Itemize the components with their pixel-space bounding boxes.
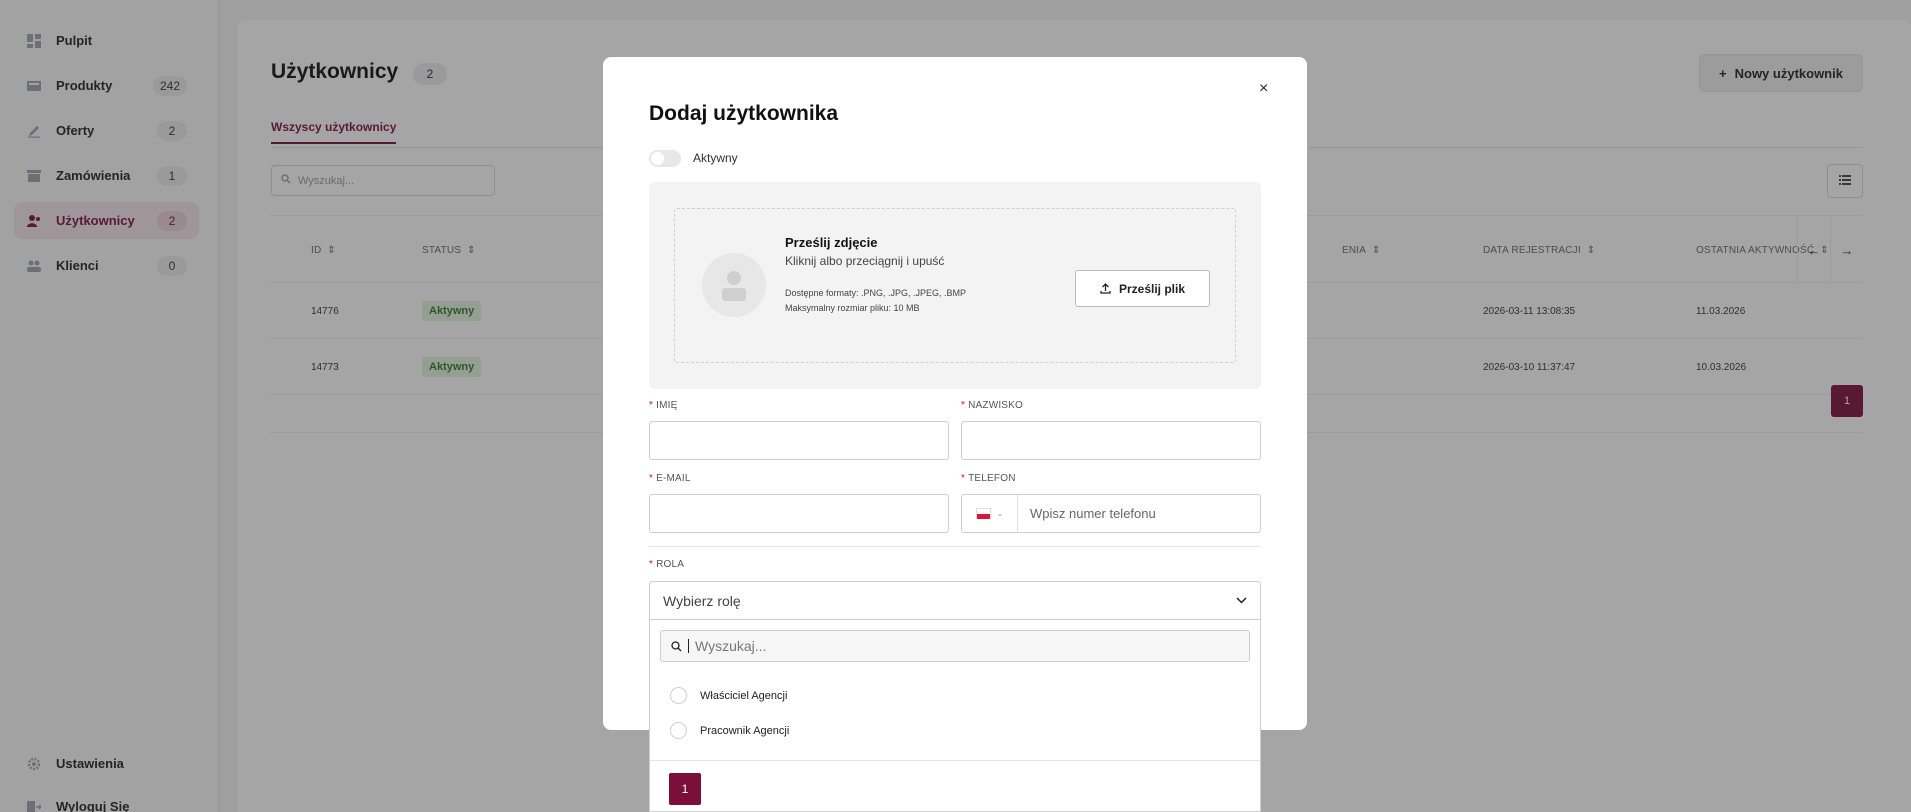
- upload-icon: [1100, 283, 1111, 294]
- role-placeholder: Wybierz rolę: [663, 592, 741, 609]
- chevron-down-icon: [1236, 597, 1247, 604]
- dropdown-page-button[interactable]: 1: [669, 773, 701, 805]
- required-marker: *: [649, 400, 654, 411]
- poland-flag-icon: [975, 508, 991, 519]
- country-code-select[interactable]: ⌄: [962, 495, 1018, 532]
- modal-title: Dodaj użytkownika: [649, 102, 839, 125]
- chevron-down-icon: ⌄: [996, 509, 1004, 518]
- required-marker: *: [649, 559, 654, 570]
- role-option[interactable]: Właściciel Agencji: [670, 687, 787, 704]
- dropdown-divider: [650, 760, 1260, 761]
- upload-max-size: Maksymalny rozmiar pliku: 10 MB: [785, 303, 920, 313]
- phone-label: * TELEFON: [961, 473, 1016, 484]
- role-dropdown: Wyszukaj... Właściciel Agencji Pracownik…: [649, 620, 1261, 812]
- role-option-label: Właściciel Agencji: [700, 689, 788, 702]
- phone-field[interactable]: ⌄ Wpisz numer telefonu: [961, 494, 1261, 533]
- email-label-text: E-MAIL: [656, 473, 691, 484]
- user-icon: [722, 271, 746, 301]
- first-name-label: * IMIĘ: [649, 400, 677, 411]
- email-label: * E-MAIL: [649, 473, 691, 484]
- role-label-text: ROLA: [656, 559, 685, 570]
- upload-title: Prześlij zdjęcie: [785, 235, 878, 250]
- role-search-input[interactable]: Wyszukaj...: [660, 630, 1250, 662]
- photo-dropzone[interactable]: Prześlij zdjęcie Kliknij albo przeciągni…: [674, 208, 1236, 363]
- upload-file-button-label: Prześlij plik: [1118, 281, 1186, 296]
- role-option[interactable]: Pracownik Agencji: [670, 722, 789, 739]
- phone-placeholder: Wpisz numer telefonu: [1030, 506, 1156, 521]
- radio-button[interactable]: [670, 722, 687, 739]
- upload-subtitle: Kliknij albo przeciągnij i upuść: [785, 254, 945, 268]
- phone-label-text: TELEFON: [968, 473, 1016, 484]
- text-caret: [688, 639, 689, 653]
- last-name-label-text: NAZWISKO: [968, 400, 1024, 411]
- last-name-label: * NAZWISKO: [961, 400, 1023, 411]
- radio-button[interactable]: [670, 687, 687, 704]
- first-name-label-text: IMIĘ: [656, 400, 678, 411]
- required-marker: *: [961, 400, 966, 411]
- role-label: * ROLA: [649, 559, 684, 570]
- active-toggle[interactable]: [649, 150, 681, 167]
- upload-formats: Dostępne formaty: .PNG, .JPG, .JPEG, .BM…: [785, 288, 967, 298]
- close-icon[interactable]: ×: [1259, 80, 1268, 98]
- required-marker: *: [961, 473, 966, 484]
- form-divider: [649, 546, 1261, 547]
- active-toggle-label: Aktywny: [693, 151, 738, 165]
- role-option-label: Pracownik Agencji: [700, 724, 790, 737]
- search-icon: [671, 640, 682, 651]
- first-name-field[interactable]: [649, 421, 949, 460]
- photo-upload-area: Prześlij zdjęcie Kliknij albo przeciągni…: [649, 182, 1261, 389]
- required-marker: *: [649, 473, 654, 484]
- role-search-placeholder: Wyszukaj...: [695, 638, 767, 654]
- role-select[interactable]: Wybierz rolę: [649, 581, 1261, 620]
- last-name-field[interactable]: [961, 421, 1261, 460]
- avatar-placeholder: [702, 253, 766, 317]
- email-field[interactable]: [649, 494, 949, 533]
- upload-file-button[interactable]: Prześlij plik: [1075, 270, 1210, 307]
